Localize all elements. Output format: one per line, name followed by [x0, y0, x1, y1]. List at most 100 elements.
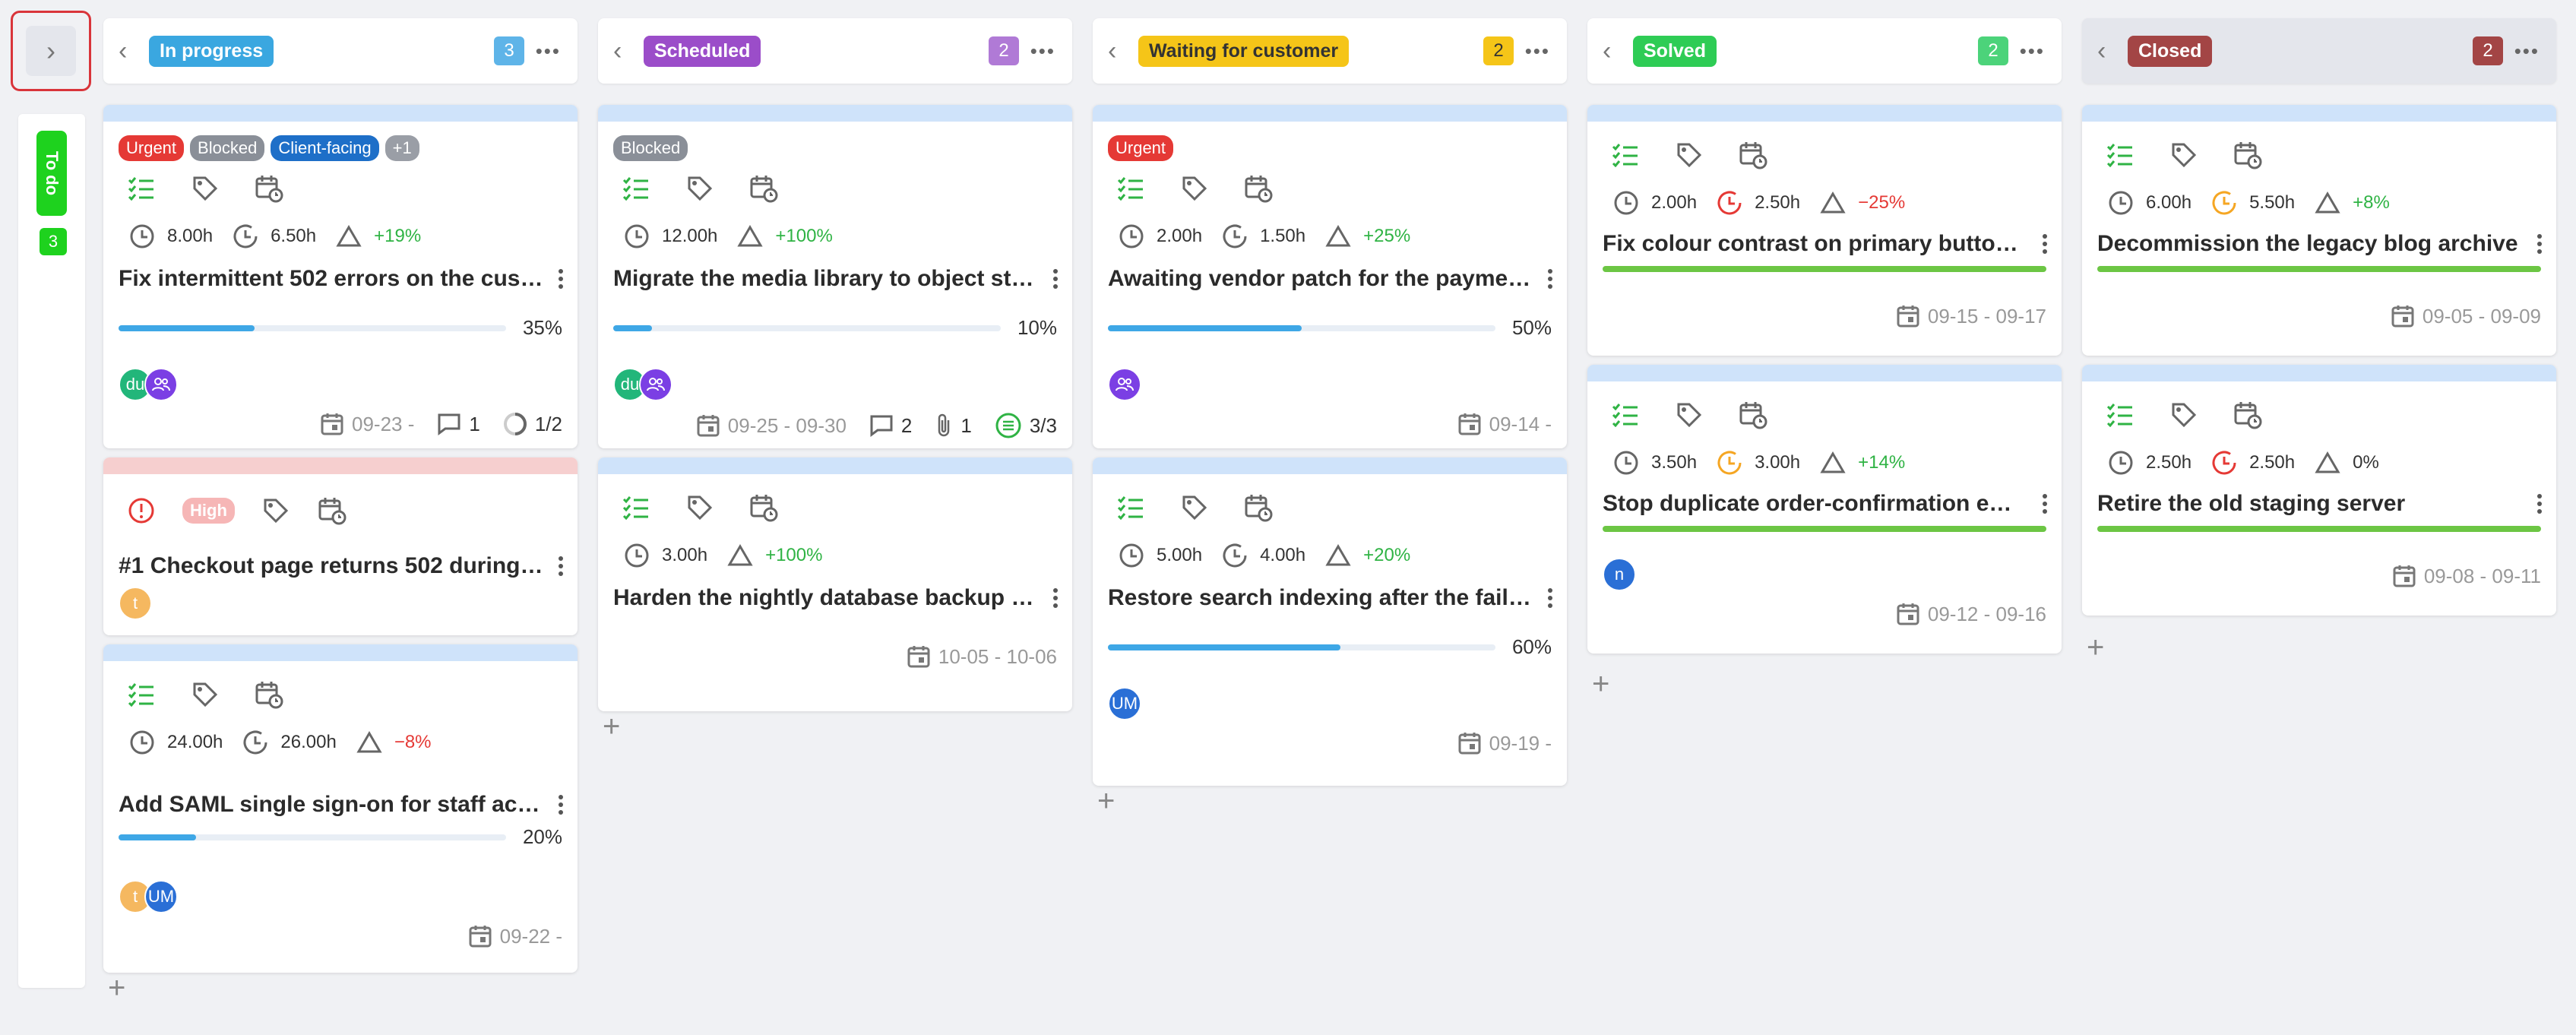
group-avatar-icon[interactable] — [1108, 368, 1141, 401]
subtasks-count[interactable]: 1/2 — [503, 412, 562, 436]
priority-badge[interactable]: High — [182, 498, 235, 524]
expand-sidebar-button[interactable]: › — [26, 26, 76, 76]
add-card-button[interactable]: + — [603, 710, 620, 744]
todo-collapsed-column[interactable]: To do 3 — [18, 114, 85, 988]
tag-icon[interactable] — [1674, 400, 1704, 430]
checklist-icon[interactable] — [1116, 173, 1146, 204]
tag-icon[interactable] — [261, 495, 291, 526]
task-card[interactable]: Urgent Blocked Client-facing +1 8.00h 6.… — [103, 105, 578, 448]
avatar[interactable]: UM — [1108, 687, 1141, 720]
checklist-icon[interactable] — [2105, 400, 2135, 430]
tag-icon[interactable] — [1179, 173, 1210, 204]
more-horizontal-icon[interactable]: ••• — [536, 40, 561, 63]
card-title[interactable]: Decommission the legacy blog archive — [2097, 231, 2523, 257]
kebab-menu-icon[interactable] — [555, 795, 567, 815]
calendar-clock-icon[interactable] — [1243, 492, 1274, 523]
tag-icon[interactable] — [2169, 400, 2199, 430]
checklist-icon[interactable] — [621, 173, 651, 204]
task-card[interactable]: Urgent 2.00h 1.50h +25% Awaiting vendor … — [1093, 105, 1567, 448]
sidebar-toggle-highlight[interactable]: › — [11, 11, 91, 91]
add-card-button[interactable]: + — [1592, 667, 1609, 701]
calendar-clock-icon[interactable] — [2233, 400, 2263, 430]
checklist-icon[interactable] — [2105, 140, 2135, 170]
checklist-icon[interactable] — [621, 492, 651, 523]
task-card[interactable]: 2.50h 2.50h 0% Retire the old staging se… — [2082, 365, 2556, 616]
calendar-clock-icon[interactable] — [317, 495, 347, 526]
kebab-menu-icon[interactable] — [555, 269, 567, 289]
chevron-left-icon[interactable]: ‹ — [1108, 36, 1138, 66]
delta-icon — [1820, 191, 1846, 214]
chevron-left-icon[interactable]: ‹ — [119, 36, 149, 66]
add-card-button[interactable]: + — [108, 971, 125, 1005]
card-title[interactable]: Migrate the media library to object sto.… — [613, 266, 1039, 292]
chevron-left-icon[interactable]: ‹ — [2097, 36, 2128, 66]
task-card[interactable]: 5.00h 4.00h +20% Restore search indexing… — [1093, 457, 1567, 786]
kebab-menu-icon[interactable] — [1049, 588, 1062, 608]
card-title[interactable]: Stop duplicate order-confirmation ema... — [1603, 491, 2028, 517]
task-card[interactable]: 6.00h 5.50h +8% Decommission the legacy … — [2082, 105, 2556, 356]
card-title[interactable]: Restore search indexing after the faile.… — [1108, 585, 1533, 611]
calendar-clock-icon[interactable] — [2233, 140, 2263, 170]
card-title[interactable]: #1 Checkout page returns 502 during p... — [119, 553, 544, 579]
attachments-count[interactable]: 1 — [935, 413, 972, 438]
task-card[interactable]: 3.00h +100% Harden the nightly database … — [598, 457, 1072, 711]
avatar[interactable]: UM — [144, 880, 178, 913]
avatar[interactable]: n — [1603, 558, 1636, 591]
tag-icon[interactable] — [190, 173, 220, 204]
kebab-menu-icon[interactable] — [2533, 234, 2546, 254]
checklist-icon[interactable] — [126, 679, 157, 710]
calendar-clock-icon[interactable] — [748, 492, 779, 523]
kebab-menu-icon[interactable] — [1544, 588, 1556, 608]
task-card[interactable]: 3.50h 3.00h +14% Stop duplicate order-co… — [1587, 365, 2062, 654]
checklist-count[interactable]: 3/3 — [995, 412, 1057, 439]
more-horizontal-icon[interactable]: ••• — [2514, 40, 2540, 63]
kebab-menu-icon[interactable] — [1049, 269, 1062, 289]
tag-icon[interactable] — [1179, 492, 1210, 523]
more-horizontal-icon[interactable]: ••• — [2020, 40, 2045, 63]
add-card-button[interactable]: + — [1097, 784, 1115, 818]
tag-icon[interactable] — [2169, 140, 2199, 170]
comments-count[interactable]: 2 — [869, 414, 912, 438]
calendar-clock-icon[interactable] — [1738, 400, 1768, 430]
group-avatar-icon[interactable] — [639, 368, 672, 401]
kebab-menu-icon[interactable] — [2039, 234, 2051, 254]
group-avatar-icon[interactable] — [144, 368, 178, 401]
kebab-menu-icon[interactable] — [555, 556, 567, 576]
add-card-button[interactable]: + — [2087, 631, 2104, 665]
checklist-icon[interactable] — [126, 173, 157, 204]
tag-icon[interactable] — [685, 492, 715, 523]
comments-count[interactable]: 1 — [437, 413, 480, 436]
task-card[interactable]: 2.00h 2.50h −25% Fix colour contrast on … — [1587, 105, 2062, 356]
calendar-clock-icon[interactable] — [254, 173, 284, 204]
tag-icon[interactable] — [190, 679, 220, 710]
tag-icon[interactable] — [1674, 140, 1704, 170]
card-title[interactable]: Awaiting vendor patch for the payment... — [1108, 266, 1533, 292]
kebab-menu-icon[interactable] — [1544, 269, 1556, 289]
kebab-menu-icon[interactable] — [2039, 494, 2051, 514]
card-title[interactable]: Harden the nightly database backup job — [613, 585, 1039, 611]
tag-more: +1 — [385, 135, 419, 161]
task-card[interactable]: High #1 Checkout page returns 502 during… — [103, 457, 578, 635]
checklist-icon[interactable] — [1610, 400, 1641, 430]
checklist-icon[interactable] — [1116, 492, 1146, 523]
checklist-icon[interactable] — [1610, 140, 1641, 170]
calendar-clock-icon[interactable] — [748, 173, 779, 204]
card-title[interactable]: Add SAML single sign-on for staff acco..… — [119, 792, 544, 818]
chevron-left-icon[interactable]: ‹ — [1603, 36, 1633, 66]
card-title[interactable]: Fix colour contrast on primary buttons..… — [1603, 231, 2028, 257]
more-horizontal-icon[interactable]: ••• — [1525, 40, 1550, 63]
avatar[interactable]: t — [119, 587, 152, 620]
kebab-menu-icon[interactable] — [2533, 494, 2546, 514]
more-horizontal-icon[interactable]: ••• — [1030, 40, 1055, 63]
todo-status-pill[interactable]: To do — [36, 131, 67, 216]
task-card[interactable]: Blocked 12.00h +100% Migrate the media l… — [598, 105, 1072, 448]
card-title[interactable]: Fix intermittent 502 errors on the cust.… — [119, 266, 544, 292]
task-card[interactable]: 24.00h 26.00h −8% Add SAML single sign-o… — [103, 644, 578, 973]
calendar-clock-icon[interactable] — [254, 679, 284, 710]
estimate: 12.00h — [624, 223, 717, 249]
calendar-clock-icon[interactable] — [1738, 140, 1768, 170]
chevron-left-icon[interactable]: ‹ — [613, 36, 644, 66]
calendar-clock-icon[interactable] — [1243, 173, 1274, 204]
card-title[interactable]: Retire the old staging server — [2097, 491, 2523, 517]
tag-icon[interactable] — [685, 173, 715, 204]
